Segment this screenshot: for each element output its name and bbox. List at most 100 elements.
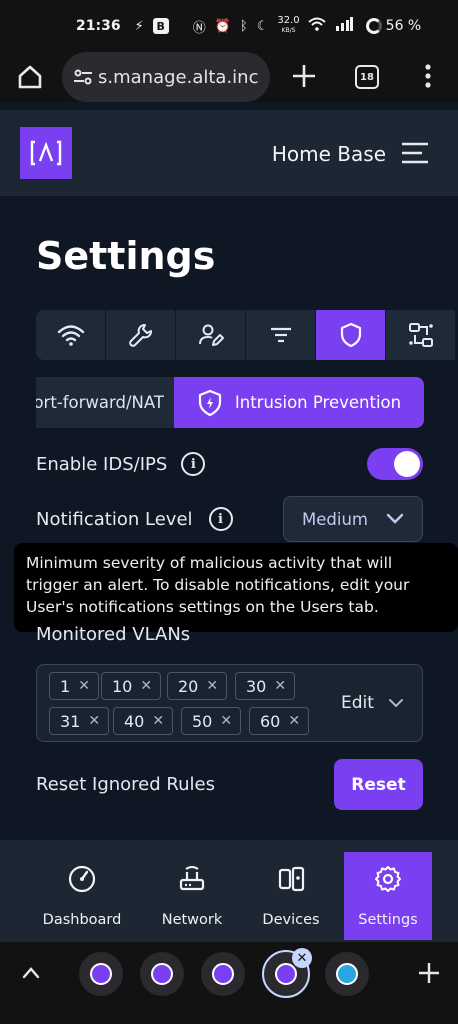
remove-icon[interactable]: ✕: [288, 713, 300, 729]
reset-rules-row: Reset Ignored Rules: [36, 774, 215, 795]
vlan-chip[interactable]: 20 ✕: [167, 672, 228, 700]
bolt-icon: ⚡: [134, 18, 144, 34]
nfc-icon: Ⓝ: [192, 20, 206, 36]
site-settings-icon[interactable]: [72, 66, 94, 88]
tab-tools[interactable]: [106, 310, 176, 360]
notification-level-row: Notification Level i: [36, 507, 233, 531]
chevron-down-icon: [388, 699, 403, 708]
settings-tabbar: [36, 310, 458, 360]
remove-icon[interactable]: ✕: [140, 678, 152, 694]
toggle-knob: [394, 451, 420, 477]
home-icon[interactable]: [16, 63, 44, 91]
monitored-vlans-label: Monitored VLANs: [36, 624, 191, 645]
notification-level-label: Notification Level: [36, 508, 193, 530]
subtab-ips-label: Intrusion Prevention: [234, 393, 402, 412]
browser-tab[interactable]: [325, 952, 369, 996]
alarm-icon: ⏰: [214, 18, 231, 34]
alta-favicon-icon: [212, 963, 234, 985]
nav-settings[interactable]: Settings: [344, 852, 432, 940]
info-icon[interactable]: i: [208, 507, 233, 531]
remove-icon[interactable]: ✕: [152, 713, 164, 729]
browser-tab[interactable]: [79, 952, 123, 996]
alta-favicon-icon: [275, 963, 297, 985]
hamburger-menu-icon[interactable]: [402, 142, 428, 164]
browser-toolbar: s.manage.alta.inc 18: [0, 52, 458, 102]
remove-icon[interactable]: ✕: [274, 678, 286, 694]
subtab-intrusion-prevention[interactable]: Intrusion Prevention: [174, 377, 424, 428]
signal-icon: [335, 17, 353, 35]
remove-icon[interactable]: ✕: [78, 678, 90, 694]
shield-icon: [340, 322, 361, 348]
info-icon[interactable]: i: [181, 452, 206, 476]
bluetooth-icon: ᛒ: [239, 18, 248, 34]
w-favicon-icon: [336, 963, 358, 985]
tab-security[interactable]: [316, 310, 386, 360]
moon-icon: ☾: [256, 18, 269, 34]
reset-rules-label: Reset Ignored Rules: [36, 774, 215, 795]
notification-level-tooltip: Minimum severity of malicious activity t…: [14, 543, 458, 632]
vlan-chip[interactable]: 10 ✕: [101, 672, 162, 700]
tab-users[interactable]: [176, 310, 246, 360]
page-title: Settings: [36, 234, 216, 278]
app-header: Home Base: [0, 110, 458, 196]
router-icon: [179, 866, 205, 891]
wifi-status-icon: [307, 17, 326, 35]
alta-favicon-icon: [90, 963, 112, 985]
address-bar[interactable]: s.manage.alta.inc: [62, 52, 270, 102]
monitored-vlans-select[interactable]: 1 ✕ 10 ✕ 20 ✕ 30 ✕ 31 ✕ 40 ✕ 50 ✕ 60 ✕ Edit: [36, 664, 423, 742]
reset-button[interactable]: Reset: [334, 759, 423, 810]
battery-icon: [365, 18, 382, 34]
tab-filters[interactable]: [246, 310, 316, 360]
chevron-up-icon[interactable]: [20, 962, 42, 984]
alta-logo[interactable]: [20, 127, 72, 179]
notification-level-value: Medium: [302, 509, 368, 529]
battery-indicator: 56 %: [365, 18, 421, 34]
vlan-chip[interactable]: 60 ✕: [249, 707, 310, 735]
security-subtabs: Port-forward/NAT Intrusion Prevention: [36, 377, 424, 428]
subtab-port-forward[interactable]: Port-forward/NAT: [36, 377, 174, 428]
more-menu-icon[interactable]: [418, 62, 438, 90]
chevron-down-icon: [386, 513, 404, 524]
enable-ids-label: Enable IDS/IPS: [36, 453, 168, 475]
notification-level-select[interactable]: Medium: [283, 496, 423, 542]
vlan-chip[interactable]: 1 ✕: [49, 672, 99, 700]
app-badge-icon: B: [152, 18, 169, 34]
tab-wifi[interactable]: [36, 310, 106, 360]
url-text: s.manage.alta.inc: [98, 66, 259, 88]
devices-icon: [278, 866, 305, 892]
wifi-icon: [57, 325, 84, 346]
remove-icon[interactable]: ✕: [206, 678, 218, 694]
status-time: 21:36: [76, 18, 121, 34]
alta-favicon-icon: [151, 963, 173, 985]
enable-ids-toggle[interactable]: [367, 448, 423, 480]
new-tab-icon[interactable]: [290, 62, 318, 90]
gauge-icon: [68, 865, 96, 893]
nav-network[interactable]: Network: [148, 852, 236, 940]
browser-tab[interactable]: [201, 952, 245, 996]
bottom-nav: Dashboard Network Devices Settings: [0, 840, 458, 942]
tab-network[interactable]: [386, 310, 456, 360]
filter-icon: [270, 327, 291, 343]
net-speed: 32.0 KB/S: [277, 15, 300, 35]
nav-devices[interactable]: Devices: [247, 852, 335, 940]
alta-logo-icon: [30, 140, 62, 166]
nav-dashboard[interactable]: Dashboard: [38, 852, 126, 940]
browser-tab[interactable]: [140, 952, 184, 996]
shield-bolt-icon: [198, 389, 221, 416]
close-tab-icon[interactable]: ✕: [292, 948, 312, 968]
new-tab-icon[interactable]: [416, 960, 442, 986]
status-bar: 21:36 ⚡ B Ⓝ ⏰ ᛒ ☾ 32.0 KB/S 56 %: [0, 0, 458, 52]
vlan-chip[interactable]: 40 ✕: [113, 707, 174, 735]
vlan-chip[interactable]: 31 ✕: [49, 707, 110, 735]
tab-switcher-button[interactable]: 18: [355, 65, 379, 89]
vlan-chip[interactable]: 50 ✕: [181, 707, 242, 735]
site-name[interactable]: Home Base: [272, 142, 386, 166]
wrench-icon: [128, 324, 152, 347]
vlan-chip[interactable]: 30 ✕: [235, 672, 296, 700]
remove-icon[interactable]: ✕: [88, 713, 100, 729]
user-edit-icon: [198, 324, 224, 346]
network-icon: [408, 323, 433, 347]
vlans-edit-button[interactable]: Edit: [341, 693, 404, 713]
enable-ids-row: Enable IDS/IPS i: [36, 452, 206, 476]
remove-icon[interactable]: ✕: [220, 713, 232, 729]
